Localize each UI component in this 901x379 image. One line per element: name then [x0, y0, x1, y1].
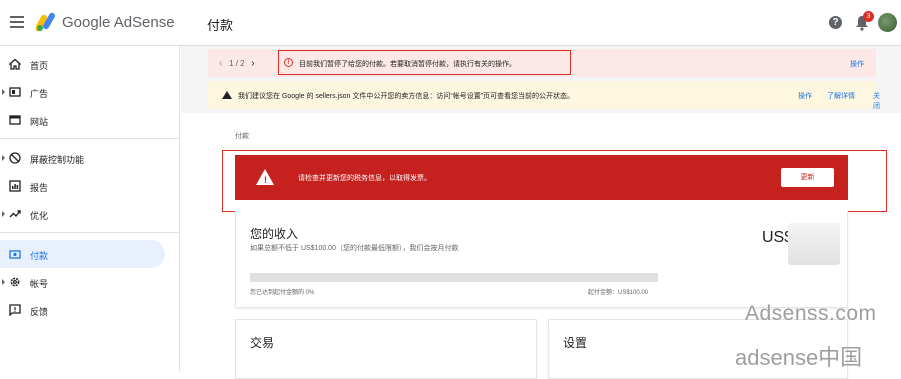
payment-threshold-progress: [250, 273, 658, 282]
sidebar-item-label: 首页: [30, 61, 49, 71]
avatar[interactable]: [878, 13, 897, 32]
sidebar-item-label: 反馈: [30, 307, 49, 317]
warning-icon: [222, 91, 232, 99]
feedback-icon: [9, 304, 21, 316]
breadcrumb: 付款: [235, 133, 249, 140]
payments-icon: [9, 250, 21, 259]
sidebar-item-account[interactable]: 帐号: [0, 268, 165, 296]
sidebar-divider: [0, 232, 179, 233]
payment-threshold-label: 起付金额：US$100.00: [588, 290, 649, 296]
earnings-card: 您的收入 如果总额不低于 US$100.00（您的付款最低限额），我们会按月付款…: [235, 211, 848, 308]
sidebar-item-label: 付款: [30, 251, 49, 261]
expand-caret-icon: [2, 155, 5, 161]
transactions-card[interactable]: 交易: [235, 319, 537, 379]
sidebar-item-ads[interactable]: 广告: [0, 78, 165, 106]
expand-caret-icon: [2, 89, 5, 95]
alert-message: 目前我们暂停了给您的付款。若要取消暂停付款，请执行有关的操作。: [299, 61, 516, 68]
block-icon: [9, 152, 21, 164]
adsense-logo-icon: [36, 12, 55, 32]
payments-content: 付款 ! 请检查并更新您的税务信息，以取得发票。 更新 您的收入 如果总额不低于…: [181, 113, 901, 379]
sidebar-item-reports[interactable]: 报告: [0, 172, 165, 200]
alert-message: 我们建议您在 Google 的 sellers.json 文件中公开您的卖方信息…: [238, 93, 575, 100]
sidebar-item-label: 网站: [30, 117, 49, 127]
sidebar-item-home[interactable]: 首页: [0, 50, 165, 78]
sidebar-item-label: 报告: [30, 183, 49, 193]
sidebar-item-payments[interactable]: 付款: [0, 240, 165, 268]
alert-action-link[interactable]: 操作: [798, 91, 812, 101]
learn-more-link[interactable]: 了解详情: [827, 91, 855, 101]
notification-badge: 3: [863, 11, 874, 22]
progress-percent-label: 您已达到起付金额的 0%: [250, 290, 315, 296]
sites-icon: [9, 115, 21, 125]
watermark-text: Adsenss.com: [745, 302, 877, 325]
next-alert-icon[interactable]: ›: [251, 58, 254, 69]
expand-caret-icon: [2, 211, 5, 217]
dismiss-link[interactable]: 关闭: [873, 91, 880, 111]
redacted-amount: [788, 223, 840, 265]
menu-icon[interactable]: [10, 16, 24, 28]
alert-message: 请检查并更新您的税务信息，以取得发票。: [298, 175, 431, 182]
sellers-json-alert: 我们建议您在 Google 的 sellers.json 文件中公开您的卖方信息…: [208, 81, 880, 110]
page-title: 付款: [207, 18, 234, 33]
sidebar-item-label: 帐号: [30, 279, 49, 289]
sidebar-item-label: 广告: [30, 89, 49, 99]
earnings-subtitle: 如果总额不低于 US$100.00（您的付款最低限额），我们会按月付款: [250, 245, 459, 252]
optimize-icon: [9, 210, 21, 218]
sidebar-item-sites[interactable]: 网站: [0, 106, 165, 134]
settings-title: 设置: [563, 336, 588, 350]
home-icon: [9, 58, 21, 70]
top-app-bar: Google AdSense 付款 ? 3: [0, 0, 901, 46]
pager-text: 1 / 2: [229, 59, 245, 68]
alert-action-link[interactable]: 操作: [850, 59, 864, 69]
sidebar-nav: 首页 广告 网站 屏蔽控制功能 报告 优化 付款 帐号 反馈: [0, 46, 180, 371]
settings-gear-icon: [10, 277, 20, 287]
alert-pager: ‹ 1 / 2 ›: [219, 58, 255, 69]
sidebar-item-blocking-controls[interactable]: 屏蔽控制功能: [0, 144, 165, 172]
warning-mark: !: [264, 175, 267, 185]
reports-icon: [9, 180, 21, 192]
sidebar-item-feedback[interactable]: 反馈: [0, 296, 165, 324]
error-icon: !: [284, 58, 293, 67]
transactions-title: 交易: [250, 336, 275, 350]
alert-message-box: ! 目前我们暂停了给您的付款。若要取消暂停付款，请执行有关的操作。: [278, 50, 571, 75]
watermark-text: adsense中国: [735, 345, 863, 370]
prev-alert-icon[interactable]: ‹: [219, 58, 222, 69]
sidebar-item-label: 屏蔽控制功能: [30, 155, 85, 165]
expand-caret-icon: [2, 279, 5, 285]
update-button[interactable]: 更新: [781, 168, 834, 187]
sidebar-divider: [0, 138, 179, 139]
earnings-title: 您的收入: [250, 227, 299, 241]
sidebar-item-label: 优化: [30, 211, 49, 221]
payment-hold-alert: ‹ 1 / 2 › ! 目前我们暂停了给您的付款。若要取消暂停付款，请执行有关的…: [208, 49, 876, 77]
help-icon[interactable]: ?: [829, 16, 842, 29]
sidebar-item-optimize[interactable]: 优化: [0, 200, 165, 228]
brand-name: Google AdSense: [62, 14, 175, 31]
tax-info-alert: ! 请检查并更新您的税务信息，以取得发票。 更新: [235, 155, 848, 200]
ads-icon: [9, 87, 21, 97]
